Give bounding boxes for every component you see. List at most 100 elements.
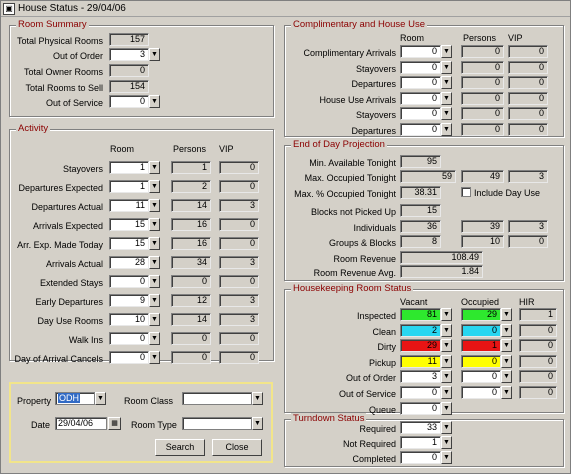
activity-room-value[interactable]: 11 [109,199,149,212]
chevron-down-icon: ▼ [97,395,104,402]
dropdown-button[interactable]: ▼ [441,308,452,321]
dropdown-button[interactable]: ▼ [441,92,452,105]
dropdown-button[interactable]: ▼ [441,402,452,415]
comp-room-value[interactable]: 0 [400,76,441,89]
row-label: Out of Service [45,98,103,108]
turndown-value[interactable]: 0 [400,451,441,464]
activity-room-value[interactable]: 15 [109,218,149,231]
dropdown-button[interactable]: ▼ [149,48,160,61]
hk-header-hir: HIR [519,297,535,307]
comp-header-vip: VIP [508,33,523,43]
dropdown-button[interactable]: ▼ [149,161,160,174]
comp-room-value[interactable]: 0 [400,123,441,136]
room-class-dropdown-button[interactable]: ▼ [252,392,263,405]
hk-occupied-value[interactable]: 0 [461,370,501,383]
dropdown-button[interactable]: ▼ [441,436,452,449]
dropdown-button[interactable]: ▼ [441,355,452,368]
comp-room-value[interactable]: 0 [400,45,441,58]
room-summary-value[interactable]: 0 [109,95,149,108]
activity-room-value[interactable]: 0 [109,275,149,288]
dropdown-button[interactable]: ▼ [501,339,512,352]
activity-room-value[interactable]: 15 [109,237,149,250]
hk-hir-value: 0 [519,324,557,337]
dropdown-button[interactable]: ▼ [441,76,452,89]
dropdown-button[interactable]: ▼ [441,324,452,337]
date-input[interactable]: 29/04/06 [55,417,107,430]
hk-vacant-value[interactable]: 0 [400,402,441,415]
dropdown-button[interactable]: ▼ [441,451,452,464]
comp-persons-value: 0 [461,123,504,136]
chevron-down-icon: ▼ [503,373,510,380]
activity-room-value[interactable]: 0 [109,332,149,345]
property-input[interactable]: ODH [55,392,95,405]
chevron-down-icon: ▼ [151,354,158,361]
dropdown-button[interactable]: ▼ [501,370,512,383]
include-day-use-checkbox[interactable] [461,187,471,197]
dropdown-button[interactable]: ▼ [441,61,452,74]
hk-occupied-value[interactable]: 1 [461,339,501,352]
dropdown-button[interactable]: ▼ [441,123,452,136]
dropdown-button[interactable]: ▼ [441,370,452,383]
dropdown-button[interactable]: ▼ [441,421,452,434]
dropdown-button[interactable]: ▼ [441,107,452,120]
activity-room-value[interactable]: 28 [109,256,149,269]
hk-vacant-value[interactable]: 3 [400,370,441,383]
room-type-label: Room Type [131,420,177,430]
search-button[interactable]: Search [155,439,205,456]
row-label: Stayovers [62,164,103,174]
hk-vacant-value[interactable]: 2 [400,324,441,337]
activity-room-value[interactable]: 10 [109,313,149,326]
dropdown-button[interactable]: ▼ [501,355,512,368]
room-type-input[interactable] [182,417,252,430]
chevron-down-icon: ▼ [151,278,158,285]
dropdown-button[interactable]: ▼ [149,95,160,108]
dropdown-button[interactable]: ▼ [501,308,512,321]
row-label: Departures Expected [18,183,103,193]
room-revenue-avg-label: Room Revenue Avg. [313,268,396,278]
calendar-button[interactable]: ▦ [108,417,121,430]
dropdown-button[interactable]: ▼ [149,180,160,193]
hk-vacant-value[interactable]: 11 [400,355,441,368]
dropdown-button[interactable]: ▼ [149,275,160,288]
dropdown-button[interactable]: ▼ [149,332,160,345]
dropdown-button[interactable]: ▼ [441,339,452,352]
dropdown-button[interactable]: ▼ [149,256,160,269]
activity-room-value[interactable]: 1 [109,180,149,193]
hk-occupied-value[interactable]: 0 [461,386,501,399]
hk-occupied-value[interactable]: 0 [461,324,501,337]
room-class-input[interactable] [182,392,252,405]
dropdown-button[interactable]: ▼ [501,324,512,337]
room-summary-value[interactable]: 3 [109,48,149,61]
comp-room-value[interactable]: 0 [400,107,441,120]
turndown-value[interactable]: 33 [400,421,441,434]
comp-room-value[interactable]: 0 [400,61,441,74]
hk-hir-value: 0 [519,370,557,383]
hk-vacant-value[interactable]: 0 [400,386,441,399]
dropdown-button[interactable]: ▼ [441,45,452,58]
close-button[interactable]: Close [212,439,262,456]
dropdown-button[interactable]: ▼ [149,237,160,250]
chevron-down-icon: ▼ [503,327,510,334]
dropdown-button[interactable]: ▼ [149,313,160,326]
property-dropdown-button[interactable]: ▼ [95,392,106,405]
room-type-dropdown-button[interactable]: ▼ [252,417,263,430]
dropdown-button[interactable]: ▼ [149,199,160,212]
dropdown-button[interactable]: ▼ [149,294,160,307]
comp-persons-value: 0 [461,92,504,105]
activity-room-value[interactable]: 0 [109,351,149,364]
dropdown-button[interactable]: ▼ [149,218,160,231]
hk-occupied-value[interactable]: 0 [461,355,501,368]
comp-room-value[interactable]: 0 [400,92,441,105]
activity-header-vip: VIP [219,144,234,154]
activity-room-value[interactable]: 9 [109,294,149,307]
dropdown-button[interactable]: ▼ [149,351,160,364]
hk-vacant-value[interactable]: 81 [400,308,441,321]
dropdown-button[interactable]: ▼ [441,386,452,399]
hk-occupied-value[interactable]: 29 [461,308,501,321]
row-label: Complimentary Arrivals [303,48,396,58]
dropdown-button[interactable]: ▼ [501,386,512,399]
row-label: Day of Arrival Cancels [14,354,103,364]
turndown-value[interactable]: 1 [400,436,441,449]
hk-vacant-value[interactable]: 29 [400,339,441,352]
activity-room-value[interactable]: 1 [109,161,149,174]
